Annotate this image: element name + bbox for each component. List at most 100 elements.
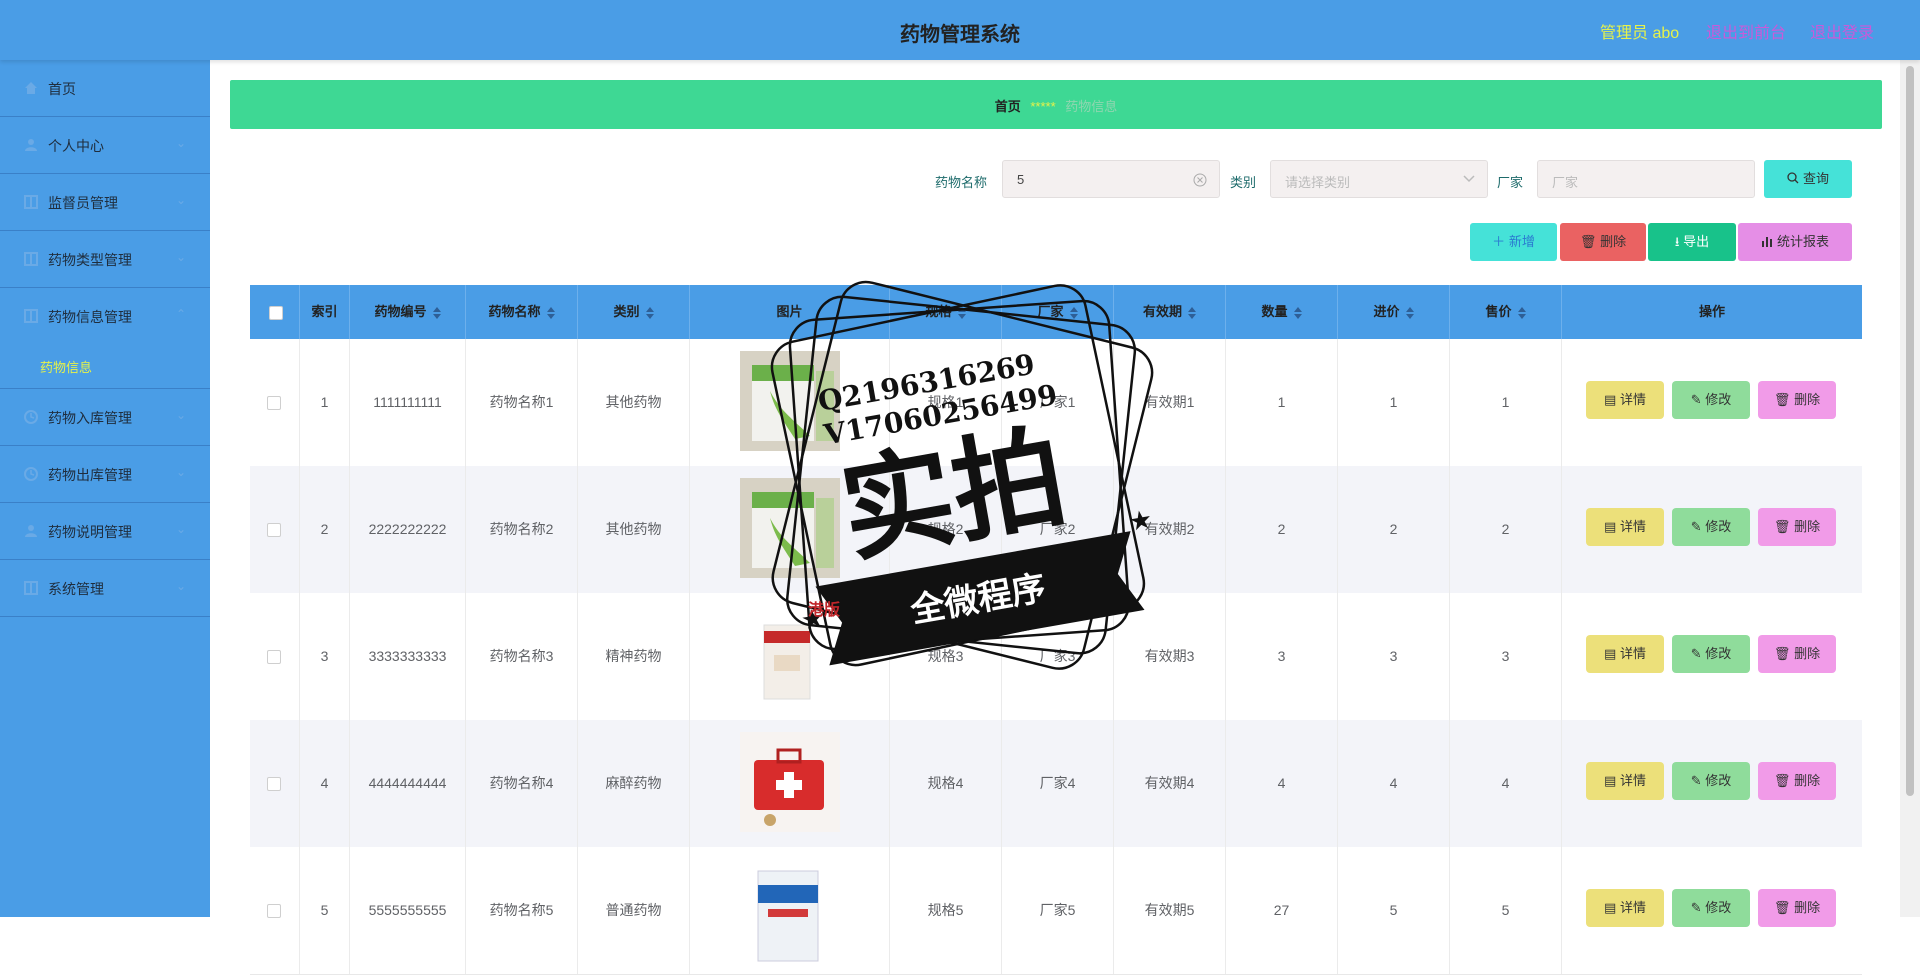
drug-name-input[interactable]: 5 xyxy=(1002,160,1220,198)
breadcrumb-home[interactable]: 首页 xyxy=(995,99,1021,114)
sidebar-item-system[interactable]: 系统管理 ⌄ xyxy=(0,560,210,617)
edit-button[interactable]: ✎ 修改 xyxy=(1672,762,1750,800)
sort-icon[interactable] xyxy=(1188,306,1196,319)
delete-button[interactable]: 🗑 删除 xyxy=(1758,635,1836,673)
cell-cost: 2 xyxy=(1338,466,1450,593)
edit-button[interactable]: ✎ 修改 xyxy=(1672,889,1750,927)
add-button[interactable]: ＋ 新增 xyxy=(1470,223,1557,261)
cell-code: 2222222222 xyxy=(350,466,466,593)
pencil-icon: ✎ xyxy=(1690,519,1702,534)
cell-category: 精神药物 xyxy=(578,593,690,720)
sort-icon[interactable] xyxy=(957,306,966,319)
report-button[interactable]: 统计报表 xyxy=(1738,223,1852,261)
table-row: 1 1111111111 药物名称1 其他药物 规格1 厂家1 有效期1 1 1… xyxy=(250,339,1862,467)
delete-button-label: 删除 xyxy=(1794,646,1821,661)
th-vendor[interactable]: 厂家 xyxy=(1002,285,1114,339)
sort-icon[interactable] xyxy=(1517,306,1526,319)
cell-cost: 4 xyxy=(1338,720,1450,847)
row-checkbox[interactable] xyxy=(267,523,281,537)
edit-button[interactable]: ✎ 修改 xyxy=(1672,635,1750,673)
sidebar-item-home[interactable]: 首页 xyxy=(0,60,210,117)
row-check-cell xyxy=(250,593,300,720)
home-icon xyxy=(25,82,37,94)
sidebar-item-instructions[interactable]: 药物说明管理 ⌄ xyxy=(0,503,210,560)
pencil-icon: ✎ xyxy=(1690,773,1702,788)
row-check-cell xyxy=(250,339,300,466)
chevron-down-icon: ⌄ xyxy=(175,136,186,150)
row-checkbox[interactable] xyxy=(267,904,281,918)
edit-button-label: 修改 xyxy=(1705,773,1732,788)
cell-expiry: 有效期4 xyxy=(1114,720,1226,847)
th-expiry[interactable]: 有效期 xyxy=(1114,285,1226,339)
vendor-input[interactable]: 厂家 xyxy=(1537,160,1755,198)
th-cost-label: 进价 xyxy=(1373,304,1400,319)
logout-link[interactable]: 退出登录 xyxy=(1810,19,1874,43)
pencil-icon: ✎ xyxy=(1690,900,1702,915)
sort-icon[interactable] xyxy=(546,306,555,319)
detail-button-label: 详情 xyxy=(1619,519,1646,534)
sidebar-item-personal[interactable]: 个人中心 ⌄ xyxy=(0,117,210,174)
sidebar-item-stock-out[interactable]: 药物出库管理 ⌄ xyxy=(0,446,210,503)
detail-button[interactable]: ▤ 详情 xyxy=(1586,889,1664,927)
sidebar-item-stock-in[interactable]: 药物入库管理 ⌄ xyxy=(0,389,210,446)
sort-icon[interactable] xyxy=(1405,306,1414,319)
row-checkbox[interactable] xyxy=(267,777,281,791)
delete-button[interactable]: 🗑 删除 xyxy=(1758,889,1836,927)
th-price[interactable]: 售价 xyxy=(1450,285,1562,339)
edit-button[interactable]: ✎ 修改 xyxy=(1672,508,1750,546)
document-icon: ▤ xyxy=(1604,392,1617,407)
sort-icon[interactable] xyxy=(1293,306,1302,319)
category-select[interactable]: 请选择类别 xyxy=(1270,160,1488,198)
cell-actions: ▤ 详情 ✎ 修改 🗑 删除 xyxy=(1562,466,1862,593)
delete-button[interactable]: 🗑 删除 xyxy=(1758,762,1836,800)
sort-icon[interactable] xyxy=(645,306,654,319)
chevron-up-icon: ⌃ xyxy=(175,307,186,321)
cell-actions: ▤ 详情 ✎ 修改 🗑 删除 xyxy=(1562,847,1862,974)
edit-button[interactable]: ✎ 修改 xyxy=(1672,381,1750,419)
pencil-icon: ✎ xyxy=(1690,392,1702,407)
sort-icon[interactable] xyxy=(432,306,441,319)
detail-button[interactable]: ▤ 详情 xyxy=(1586,762,1664,800)
th-code-label: 药物编号 xyxy=(374,304,427,319)
scrollbar[interactable] xyxy=(1900,60,1920,917)
row-checkbox[interactable] xyxy=(267,650,281,664)
sidebar-subitem-drug-info[interactable]: 药物信息 xyxy=(0,344,210,389)
select-all-checkbox[interactable] xyxy=(269,306,283,320)
detail-button[interactable]: ▤ 详情 xyxy=(1586,508,1664,546)
detail-button[interactable]: ▤ 详情 xyxy=(1586,635,1664,673)
breadcrumb-current: 药物信息 xyxy=(1065,99,1118,114)
th-name[interactable]: 药物名称 xyxy=(466,285,578,339)
query-button[interactable]: 查询 xyxy=(1764,160,1852,198)
cell-category: 其他药物 xyxy=(578,339,690,466)
th-cost[interactable]: 进价 xyxy=(1338,285,1450,339)
drug-name-label: 药物名称 xyxy=(935,175,988,190)
th-qty[interactable]: 数量 xyxy=(1226,285,1338,339)
export-button[interactable]: ⭳ 导出 xyxy=(1648,223,1736,261)
pencil-icon: ✎ xyxy=(1690,646,1702,661)
detail-button-label: 详情 xyxy=(1619,773,1646,788)
delete-button-label: 删除 xyxy=(1794,900,1821,915)
th-code[interactable]: 药物编号 xyxy=(350,285,466,339)
batch-delete-button[interactable]: 🗑 删除 xyxy=(1560,223,1646,261)
th-spec[interactable]: 规格 xyxy=(890,285,1002,339)
th-category[interactable]: 类别 xyxy=(578,285,690,339)
delete-button[interactable]: 🗑 删除 xyxy=(1758,381,1836,419)
chevron-down-icon: ⌄ xyxy=(175,522,186,536)
sort-icon[interactable] xyxy=(1069,306,1078,319)
row-checkbox[interactable] xyxy=(267,396,281,410)
detail-button[interactable]: ▤ 详情 xyxy=(1586,381,1664,419)
detail-button-label: 详情 xyxy=(1619,392,1646,407)
sidebar-item-label: 监督员管理 xyxy=(48,195,118,211)
delete-button[interactable]: 🗑 删除 xyxy=(1758,508,1836,546)
cell-vendor: 厂家3 xyxy=(1002,593,1114,720)
batch-delete-label: 删除 xyxy=(1600,234,1627,249)
sidebar-item-drug-info[interactable]: 药物信息管理 ⌃ xyxy=(0,288,210,344)
back-to-front-link[interactable]: 退出到前台 xyxy=(1706,19,1786,43)
scrollbar-thumb[interactable] xyxy=(1906,66,1914,796)
sidebar-item-drug-type[interactable]: 药物类型管理 ⌄ xyxy=(0,231,210,288)
sidebar-item-supervisor[interactable]: 监督员管理 ⌄ xyxy=(0,174,210,231)
cell-image xyxy=(690,339,890,466)
th-image: 图片 xyxy=(690,285,890,339)
chevron-down-icon: ⌄ xyxy=(175,193,186,207)
clear-icon[interactable] xyxy=(1193,173,1207,187)
